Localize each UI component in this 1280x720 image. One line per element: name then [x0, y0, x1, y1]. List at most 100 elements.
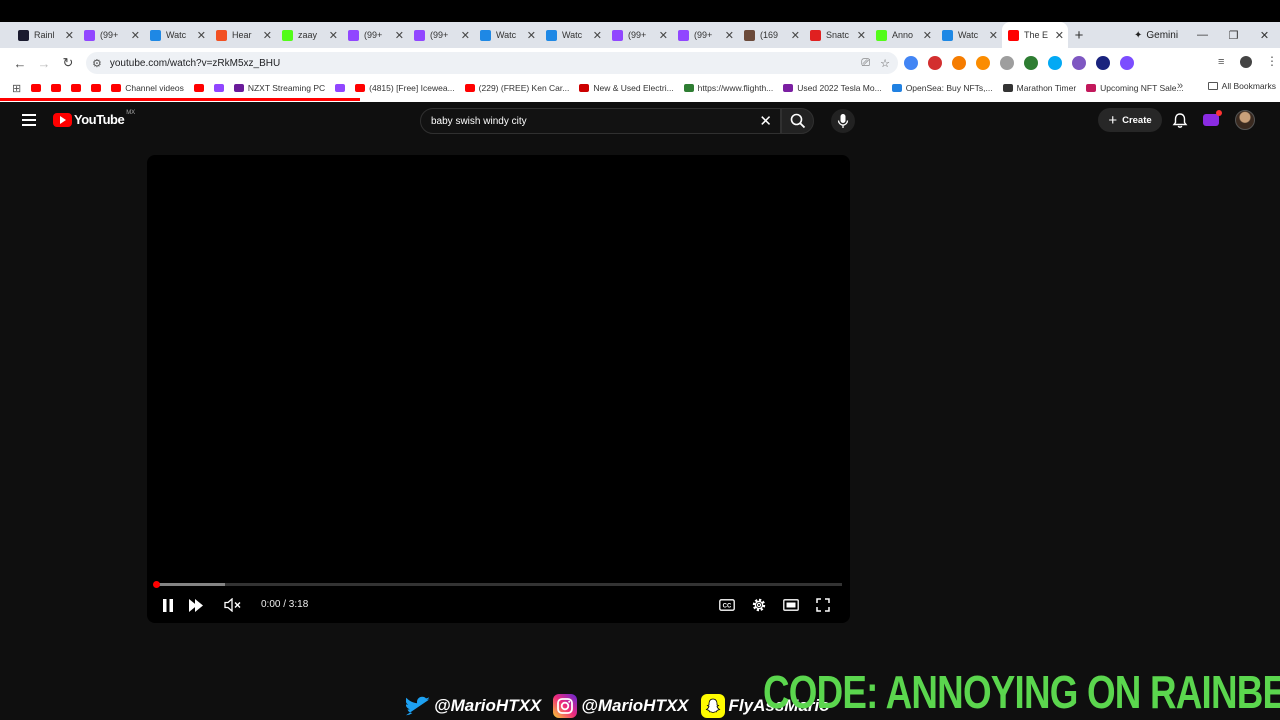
pause-button[interactable]: [159, 595, 177, 615]
close-tab-icon[interactable]: ✕: [989, 29, 998, 42]
minimize-icon[interactable]: —: [1187, 22, 1218, 48]
close-tab-icon[interactable]: ✕: [461, 29, 470, 42]
bookmark-item[interactable]: [335, 84, 346, 92]
bookmark-item[interactable]: [51, 84, 62, 92]
extension-icon[interactable]: [1048, 56, 1062, 70]
extension-icon[interactable]: [1120, 56, 1134, 70]
browser-tab[interactable]: zaay ✕: [276, 22, 342, 48]
scrubber-handle[interactable]: [153, 581, 160, 588]
browser-tab[interactable]: (99+ ✕: [408, 22, 474, 48]
bookmark-star-icon[interactable]: ☆: [880, 57, 890, 70]
bookmark-item[interactable]: [71, 84, 82, 92]
extension-icon[interactable]: [1024, 56, 1038, 70]
extension-icon[interactable]: [976, 56, 990, 70]
bookmark-item[interactable]: [31, 84, 42, 92]
close-tab-icon[interactable]: ✕: [65, 29, 74, 42]
browser-tab[interactable]: Snatc ✕: [804, 22, 870, 48]
bookmark-item[interactable]: New & Used Electri...: [579, 83, 674, 93]
forward-icon[interactable]: →: [32, 56, 56, 71]
close-tab-icon[interactable]: ✕: [593, 29, 602, 42]
create-button[interactable]: + Create: [1098, 108, 1162, 132]
bookmarks-overflow-icon[interactable]: »: [1177, 80, 1183, 92]
settings-button[interactable]: [749, 595, 769, 615]
youtube-logo[interactable]: YouTube MX: [53, 110, 135, 127]
notifications-bell-icon[interactable]: [1172, 112, 1188, 129]
browser-tab[interactable]: Watc ✕: [540, 22, 606, 48]
close-tab-icon[interactable]: ✕: [725, 29, 734, 42]
browser-tab[interactable]: (99+ ✕: [606, 22, 672, 48]
theater-mode-button[interactable]: [781, 595, 801, 615]
video-player[interactable]: 0:00 / 3:18 CC: [147, 155, 850, 623]
close-tab-icon[interactable]: ✕: [1055, 29, 1064, 42]
chrome-menu-icon[interactable]: ⋮: [1266, 54, 1278, 68]
bookmark-item[interactable]: Upcoming NFT Sale...: [1086, 83, 1184, 93]
tab-search-icon[interactable]: ≡: [1218, 56, 1224, 68]
close-tab-icon[interactable]: ✕: [395, 29, 404, 42]
next-button[interactable]: [186, 595, 206, 615]
search-input[interactable]: baby swish windy city ✕: [420, 108, 781, 134]
close-tab-icon[interactable]: ✕: [197, 29, 206, 42]
browser-tab[interactable]: Watc ✕: [936, 22, 1002, 48]
browser-tab[interactable]: Watc ✕: [474, 22, 540, 48]
bookmark-item[interactable]: OpenSea: Buy NFTs,...: [891, 83, 993, 93]
bookmark-item[interactable]: Used 2022 Tesla Mo...: [783, 83, 882, 93]
captions-button[interactable]: CC: [717, 595, 737, 615]
close-tab-icon[interactable]: ✕: [857, 29, 866, 42]
search-query[interactable]: baby swish windy city: [431, 116, 527, 127]
close-tab-icon[interactable]: ✕: [923, 29, 932, 42]
close-window-icon[interactable]: ✕: [1249, 22, 1280, 48]
extension-icon[interactable]: [1072, 56, 1086, 70]
all-bookmarks-button[interactable]: All Bookmarks: [1207, 81, 1276, 91]
premium-extension-icon[interactable]: [1203, 110, 1222, 126]
bookmark-item[interactable]: Channel videos: [111, 83, 184, 93]
bookmark-item[interactable]: https://www.flighth...: [683, 83, 773, 93]
restore-icon[interactable]: ❐: [1218, 22, 1249, 48]
site-info-icon[interactable]: ⚙: [92, 57, 102, 70]
browser-tab[interactable]: Hear ✕: [210, 22, 276, 48]
extension-icon[interactable]: [952, 56, 966, 70]
omnibox[interactable]: ⚙ youtube.com/watch?v=zRkM5xz_BHU ⎚ ☆: [86, 52, 898, 74]
mute-button[interactable]: [222, 595, 242, 615]
bookmark-item[interactable]: [193, 84, 204, 92]
install-app-icon[interactable]: ⎚: [861, 57, 870, 70]
extension-icon[interactable]: [904, 56, 918, 70]
browser-tab[interactable]: Watc ✕: [144, 22, 210, 48]
browser-tab[interactable]: Anno ✕: [870, 22, 936, 48]
bookmark-item[interactable]: (4815) [Free] Icewea...: [355, 83, 455, 93]
bookmark-item[interactable]: NZXT Streaming PC: [233, 83, 325, 93]
browser-tab[interactable]: The E ✕: [1002, 22, 1068, 48]
close-tab-icon[interactable]: ✕: [263, 29, 272, 42]
reload-icon[interactable]: ↻: [56, 55, 80, 71]
search-button[interactable]: [781, 108, 814, 134]
new-tab-button[interactable]: +: [1068, 27, 1090, 44]
back-icon[interactable]: ←: [8, 56, 32, 71]
voice-search-button[interactable]: [831, 109, 855, 133]
fullscreen-button[interactable]: [813, 595, 833, 615]
extension-icon[interactable]: [928, 56, 942, 70]
bookmark-item[interactable]: [91, 84, 102, 92]
browser-tab[interactable]: (169 ✕: [738, 22, 804, 48]
gemini-button[interactable]: ✦ Gemini: [1126, 25, 1186, 45]
bookmark-item[interactable]: (229) (FREE) Ken Car...: [464, 83, 569, 93]
browser-tab[interactable]: (99+ ✕: [342, 22, 408, 48]
tab-favicon-icon: [876, 29, 887, 41]
browser-tab[interactable]: Rainl ✕: [12, 22, 78, 48]
extension-icon[interactable]: [1096, 56, 1110, 70]
account-avatar[interactable]: [1235, 110, 1255, 130]
progress-bar[interactable]: [153, 581, 842, 588]
profile-avatar-icon[interactable]: [1240, 56, 1252, 68]
clear-search-icon[interactable]: ✕: [759, 112, 772, 130]
apps-grid-icon[interactable]: ⊞: [12, 82, 21, 95]
browser-tab[interactable]: (99+ ✕: [78, 22, 144, 48]
bookmark-item[interactable]: [213, 84, 224, 92]
close-tab-icon[interactable]: ✕: [659, 29, 668, 42]
bookmark-item[interactable]: Marathon Timer: [1002, 83, 1076, 93]
close-tab-icon[interactable]: ✕: [527, 29, 536, 42]
close-tab-icon[interactable]: ✕: [131, 29, 140, 42]
browser-tab[interactable]: (99+ ✕: [672, 22, 738, 48]
url-text[interactable]: youtube.com/watch?v=zRkM5xz_BHU: [110, 58, 280, 69]
close-tab-icon[interactable]: ✕: [791, 29, 800, 42]
close-tab-icon[interactable]: ✕: [329, 29, 338, 42]
hamburger-menu-icon[interactable]: [22, 114, 36, 126]
extension-icon[interactable]: [1000, 56, 1014, 70]
